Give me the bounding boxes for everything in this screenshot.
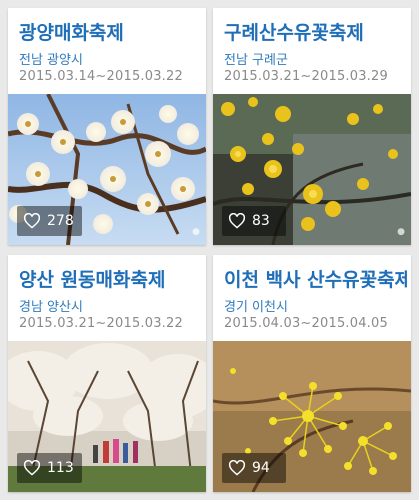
like-count: 113 — [47, 460, 74, 476]
festival-card[interactable]: 양산 원동매화축제 경남 양산시 2015.03.21~2015.03.22 1… — [8, 255, 206, 492]
festival-dates: 2015.03.14~2015.03.22 — [19, 69, 183, 84]
festival-card[interactable]: 이천 백사 산수유꽃축제 경기 이천시 2015.04.03~2015.04.0… — [213, 255, 411, 492]
heart-icon — [228, 213, 246, 229]
watermark-icon: ● — [192, 227, 200, 237]
festival-title[interactable]: 이천 백사 산수유꽃축제 — [224, 265, 408, 292]
watermark-icon: ● — [397, 227, 405, 237]
like-count: 83 — [252, 213, 270, 229]
like-count-badge[interactable]: 278 — [17, 206, 82, 236]
festival-title[interactable]: 구례산수유꽃축제 — [224, 18, 408, 45]
festival-grid: 광양매화축제 전남 광양시 2015.03.14~2015.03.22 278 … — [0, 0, 419, 500]
festival-photo[interactable]: 113 — [8, 341, 206, 492]
festival-card[interactable]: 광양매화축제 전남 광양시 2015.03.14~2015.03.22 278 … — [8, 8, 206, 245]
like-count-badge[interactable]: 94 — [222, 453, 286, 483]
festival-dates: 2015.03.21~2015.03.22 — [19, 316, 183, 331]
like-count-badge[interactable]: 113 — [17, 453, 82, 483]
festival-region: 전남 구례군 — [224, 53, 288, 68]
heart-icon — [23, 213, 41, 229]
festival-photo[interactable]: 83 ● — [213, 94, 411, 245]
festival-card[interactable]: 구례산수유꽃축제 전남 구례군 2015.03.21~2015.03.29 83… — [213, 8, 411, 245]
festival-title[interactable]: 양산 원동매화축제 — [19, 265, 203, 292]
festival-photo[interactable]: 278 ● — [8, 94, 206, 245]
festival-dates: 2015.04.03~2015.04.05 — [224, 316, 388, 331]
festival-region: 전남 광양시 — [19, 53, 83, 68]
heart-icon — [228, 460, 246, 476]
festival-dates: 2015.03.21~2015.03.29 — [224, 69, 388, 84]
like-count: 94 — [252, 460, 270, 476]
heart-icon — [23, 460, 41, 476]
like-count-badge[interactable]: 83 — [222, 206, 286, 236]
like-count: 278 — [47, 213, 74, 229]
festival-title[interactable]: 광양매화축제 — [19, 18, 203, 45]
festival-region: 경남 양산시 — [19, 300, 83, 315]
festival-photo[interactable]: 94 — [213, 341, 411, 492]
festival-region: 경기 이천시 — [224, 300, 288, 315]
